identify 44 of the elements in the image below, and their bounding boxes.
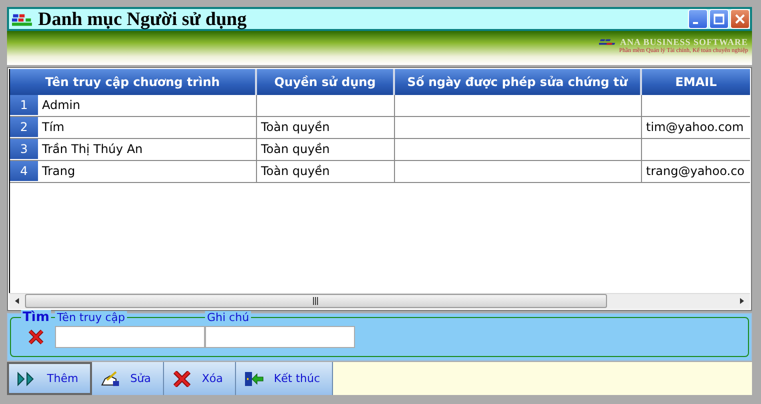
column-header[interactable]: Tên truy cập chương trình (10, 68, 257, 95)
maximize-icon (713, 13, 725, 25)
hand-pen-icon (100, 370, 120, 387)
edit-button[interactable]: Sửa (92, 362, 164, 395)
row-number[interactable]: 4 (10, 160, 38, 182)
table-cell: Trần Thị Thúy An (38, 138, 257, 160)
search-field[interactable] (205, 326, 355, 348)
table-cell: Admin (38, 94, 257, 116)
scroll-right-icon[interactable] (740, 298, 744, 304)
row-number[interactable]: 2 (10, 116, 38, 138)
table-cell: Trang (38, 160, 257, 182)
table-cell-text: trang@yahoo.co (645, 163, 746, 180)
search-field[interactable] (55, 326, 205, 348)
horizontal-scrollbar[interactable] (9, 292, 750, 309)
door-exit-icon (244, 370, 264, 387)
field-label: Ghi chú (205, 310, 252, 324)
delete-icon (172, 370, 192, 387)
minimize-icon (693, 22, 698, 24)
table-cell: Toàn quyền (257, 160, 395, 182)
row-number[interactable]: 1 (10, 94, 38, 116)
row-number[interactable]: 3 (10, 138, 38, 160)
app-logo-icon (12, 12, 33, 26)
window-title: Danh mục Người sử dụng (38, 10, 247, 28)
table-cell-text: tim@yahoo.com (645, 119, 745, 136)
clear-search-icon[interactable] (28, 328, 44, 345)
scrollbar-thumb[interactable] (25, 294, 607, 308)
close-button[interactable] (730, 9, 750, 29)
brand-name: ANA BUSINESS SOFTWARE (620, 37, 748, 47)
minimize-button[interactable] (688, 9, 708, 29)
table-cell: Toàn quyền (257, 116, 395, 138)
scroll-left-icon[interactable] (15, 298, 19, 304)
delete-button[interactable]: Xóa (164, 362, 236, 395)
table-cell: Toàn quyền (257, 138, 395, 160)
grip-icon (313, 297, 319, 306)
table-cell: Tím (38, 116, 257, 138)
add-button[interactable]: Thêm (7, 362, 92, 395)
column-header[interactable]: Quyền sử dụng (257, 68, 395, 95)
maximize-button[interactable] (709, 9, 729, 29)
column-header[interactable]: Số ngày được phép sửa chứng từ (395, 68, 642, 95)
exit-button[interactable]: Kết thúc (236, 362, 334, 395)
field-label: Tên truy cập (55, 310, 127, 324)
column-header[interactable]: EMAIL (642, 68, 750, 95)
brand-logo-icon (598, 38, 617, 46)
close-icon (734, 13, 746, 25)
